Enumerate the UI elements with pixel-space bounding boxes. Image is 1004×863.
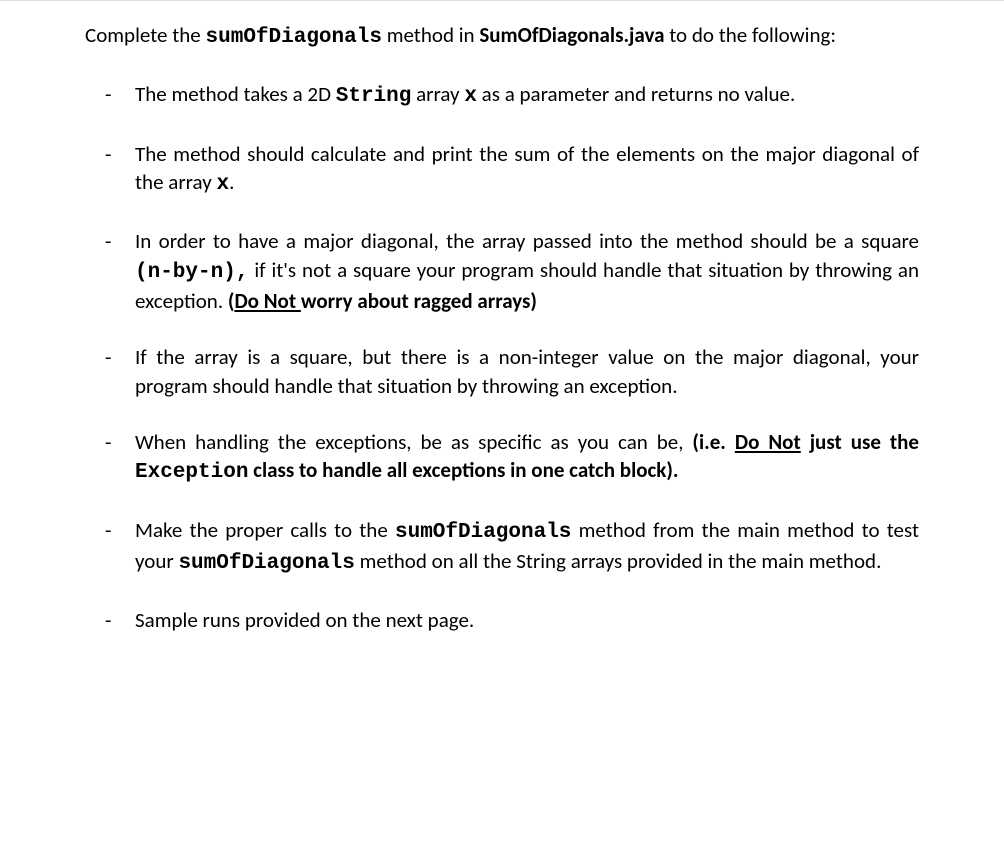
intro-post: to do the following:: [664, 22, 836, 48]
intro-paragraph: Complete the sumOfDiagonals method in Su…: [85, 21, 919, 52]
text-segment: If the array is a square, but there is a…: [135, 344, 919, 398]
text-segment: String: [336, 85, 412, 108]
text-segment: just use the: [801, 429, 919, 455]
text-segment: Sample runs provided on the next page.: [135, 607, 474, 633]
text-segment: Exception: [135, 461, 248, 484]
list-item: If the array is a square, but there is a…: [115, 343, 919, 400]
text-segment: (n-by-n),: [135, 261, 248, 284]
text-segment: array: [411, 81, 464, 107]
text-segment: Do Not: [735, 429, 801, 455]
list-item: The method should calculate and print th…: [115, 140, 919, 200]
text-segment: as a parameter and returns no value.: [477, 81, 795, 107]
text-segment: sumOfDiagonals: [395, 521, 571, 544]
text-segment: Make the proper calls to the: [135, 517, 395, 543]
text-segment: In order to have a major diagonal, the a…: [135, 228, 919, 254]
text-segment: class to handle all exceptions in one ca…: [248, 457, 678, 483]
list-item: Make the proper calls to the sumOfDiagon…: [115, 516, 919, 579]
text-segment: method on all the String arrays provided…: [355, 548, 882, 574]
text-segment: x: [464, 85, 477, 108]
intro-mid: method in: [382, 22, 479, 48]
text-segment: When handling the exceptions, be as spec…: [135, 429, 692, 455]
list-item: The method takes a 2D String array x as …: [115, 80, 919, 111]
text-segment: Do Not: [234, 288, 300, 314]
intro-file: SumOfDiagonals.java: [479, 22, 664, 48]
list-item: When handling the exceptions, be as spec…: [115, 428, 919, 488]
instruction-list: The method takes a 2D String array x as …: [85, 80, 919, 634]
intro-method: sumOfDiagonals: [206, 26, 382, 49]
text-segment: (i.e.: [692, 429, 734, 455]
intro-pre: Complete the: [85, 22, 206, 48]
text-segment: The method should calculate and print th…: [135, 141, 919, 195]
list-item: Sample runs provided on the next page.: [115, 606, 919, 634]
text-segment: .: [229, 169, 234, 195]
list-item: In order to have a major diagonal, the a…: [115, 227, 919, 315]
text-segment: sumOfDiagonals: [178, 552, 354, 575]
text-segment: worry about ragged arrays): [301, 288, 537, 314]
text-segment: x: [216, 173, 229, 196]
text-segment: The method takes a 2D: [135, 81, 336, 107]
